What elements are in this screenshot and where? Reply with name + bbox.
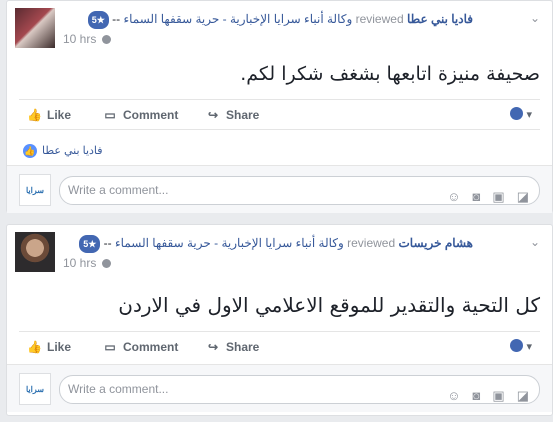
liker-name[interactable]: فاديا بني عطا bbox=[42, 144, 103, 157]
comment-input[interactable]: Write a comment... ☺ ◙ ▣ ◪ bbox=[59, 375, 540, 404]
post-body: كل التحية والتقدير للموقع الاعلامي الاول… bbox=[118, 293, 540, 317]
like-label: Like bbox=[47, 340, 72, 354]
chevron-down-icon[interactable]: ⌄ bbox=[530, 235, 540, 249]
author-avatar[interactable] bbox=[15, 232, 55, 272]
page-avatar-icon bbox=[510, 339, 524, 352]
like-label: Like bbox=[47, 108, 72, 122]
camera-icon[interactable]: ◙ bbox=[473, 189, 481, 204]
globe-icon bbox=[102, 35, 112, 44]
like-icon: 👍 bbox=[27, 340, 42, 354]
share-button[interactable]: ↪ Share bbox=[206, 107, 259, 123]
comment-placeholder: Write a comment... bbox=[68, 183, 169, 197]
post-timestamp[interactable]: 10 hrs bbox=[63, 255, 112, 271]
share-button[interactable]: ↪ Share bbox=[206, 339, 259, 355]
sticker-icon[interactable]: ◪ bbox=[517, 388, 529, 403]
comment-label: Comment bbox=[123, 340, 179, 354]
globe-icon bbox=[102, 259, 112, 268]
comment-icon: ▭ bbox=[104, 108, 116, 122]
action-bar: 👍 Like ▭ Comment ↪ Share ▾ bbox=[19, 99, 540, 129]
author-name[interactable]: فاديا بني عطا bbox=[407, 12, 473, 26]
share-icon: ↪ bbox=[207, 108, 219, 122]
author-name[interactable]: هشام خريسات bbox=[399, 236, 474, 250]
camera-icon[interactable]: ◙ bbox=[473, 388, 481, 403]
smiley-icon[interactable]: ☺ bbox=[447, 388, 460, 403]
separator: -- bbox=[112, 12, 121, 26]
viewer-selector[interactable]: ▾ bbox=[510, 107, 532, 121]
share-label: Share bbox=[226, 108, 260, 122]
time-label[interactable]: 10 hrs bbox=[63, 32, 96, 46]
separator: -- bbox=[103, 236, 112, 250]
post-headline: فاديا بني عطا reviewed وكالة أنباء سرايا… bbox=[63, 11, 473, 29]
comment-tools: ☺ ◙ ▣ ◪ bbox=[435, 382, 529, 409]
smiley-icon[interactable]: ☺ bbox=[447, 189, 460, 204]
review-verb: reviewed bbox=[347, 236, 396, 250]
like-button[interactable]: 👍 Like bbox=[27, 107, 71, 123]
share-label: Share bbox=[226, 340, 260, 354]
like-reaction-icon: 👍 bbox=[23, 144, 37, 158]
comment-tools: ☺ ◙ ▣ ◪ bbox=[435, 183, 529, 210]
like-button[interactable]: 👍 Like bbox=[27, 339, 71, 355]
comment-placeholder: Write a comment... bbox=[68, 382, 169, 396]
post-body: صحيفة منيزة اتابعها بشغف شكرا لكم. bbox=[240, 63, 540, 85]
gif-icon[interactable]: ▣ bbox=[492, 189, 504, 204]
commenter-logo-text: سرايا bbox=[25, 185, 44, 195]
comment-input[interactable]: Write a comment... ☺ ◙ ▣ ◪ bbox=[59, 176, 540, 205]
page-avatar-icon bbox=[510, 107, 524, 120]
comment-composer: سرايا Write a comment... ☺ ◙ ▣ ◪ bbox=[7, 165, 552, 213]
comment-label: Comment bbox=[123, 108, 179, 122]
commenter-avatar: سرايا bbox=[19, 373, 51, 405]
post-card: هشام خريسات reviewed وكالة أنباء سرايا ا… bbox=[6, 224, 553, 416]
post-timestamp[interactable]: 10 hrs bbox=[63, 31, 112, 47]
gif-icon[interactable]: ▣ bbox=[492, 388, 504, 403]
time-label[interactable]: 10 hrs bbox=[63, 256, 96, 270]
likes-summary: 👍 فاديا بني عطا bbox=[19, 129, 540, 165]
page-name-link[interactable]: وكالة أنباء سرايا الإخبارية - حرية سقفها… bbox=[115, 236, 344, 250]
share-icon: ↪ bbox=[207, 340, 219, 354]
comment-button[interactable]: ▭ Comment bbox=[103, 339, 178, 355]
comment-button[interactable]: ▭ Comment bbox=[103, 107, 178, 123]
chevron-down-icon[interactable]: ⌄ bbox=[530, 11, 540, 25]
sticker-icon[interactable]: ◪ bbox=[517, 189, 529, 204]
action-bar: 👍 Like ▭ Comment ↪ Share ▾ bbox=[19, 331, 540, 361]
like-icon: 👍 bbox=[27, 108, 42, 122]
comment-composer: سرايا Write a comment... ☺ ◙ ▣ ◪ bbox=[7, 364, 552, 412]
post-headline: هشام خريسات reviewed وكالة أنباء سرايا ا… bbox=[63, 235, 473, 253]
review-verb: reviewed bbox=[355, 12, 404, 26]
comment-icon: ▭ bbox=[104, 340, 116, 354]
author-avatar[interactable] bbox=[15, 8, 55, 48]
rating-badge: 5★ bbox=[87, 11, 109, 29]
commenter-avatar: سرايا bbox=[19, 174, 51, 206]
commenter-logo-text: سرايا bbox=[25, 384, 44, 394]
post-card: فاديا بني عطا reviewed وكالة أنباء سرايا… bbox=[6, 0, 553, 213]
rating-badge: 5★ bbox=[79, 235, 101, 253]
viewer-selector[interactable]: ▾ bbox=[510, 339, 532, 353]
page-name-link[interactable]: وكالة أنباء سرايا الإخبارية - حرية سقفها… bbox=[123, 12, 352, 26]
